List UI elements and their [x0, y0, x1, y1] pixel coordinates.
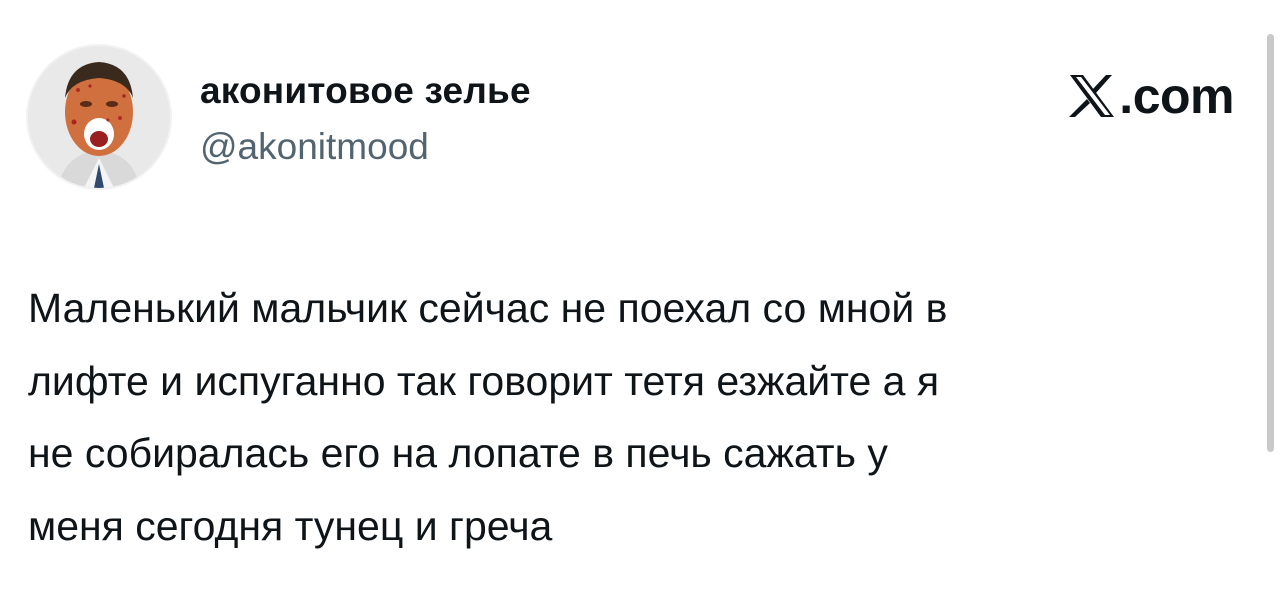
avatar-image — [28, 46, 170, 188]
x-brand: .com — [1067, 66, 1234, 126]
scrollbar[interactable] — [1267, 34, 1274, 452]
author-display-name[interactable]: аконитовое зелье — [200, 70, 531, 112]
tweet-text: Маленький мальчик сейчас не поехал со мн… — [28, 272, 1264, 562]
tweet-text-line: Маленький мальчик сейчас не поехал со мн… — [28, 285, 948, 331]
avatar[interactable] — [28, 46, 170, 188]
tweet-text-line: лифте и испуганно так говорит тетя езжай… — [28, 357, 940, 404]
tweet-text-line: меня сегодня тунец и греча — [28, 502, 553, 549]
tweet-card: аконитовое зелье @akonitmood .com Малень… — [0, 0, 1284, 597]
x-logo-icon — [1069, 75, 1115, 117]
author-handle[interactable]: @akonitmood — [200, 126, 429, 168]
tweet-text-line: не собиралась его на лопате в печь сажат… — [28, 430, 888, 476]
brand-domain-text: .com — [1119, 68, 1234, 124]
